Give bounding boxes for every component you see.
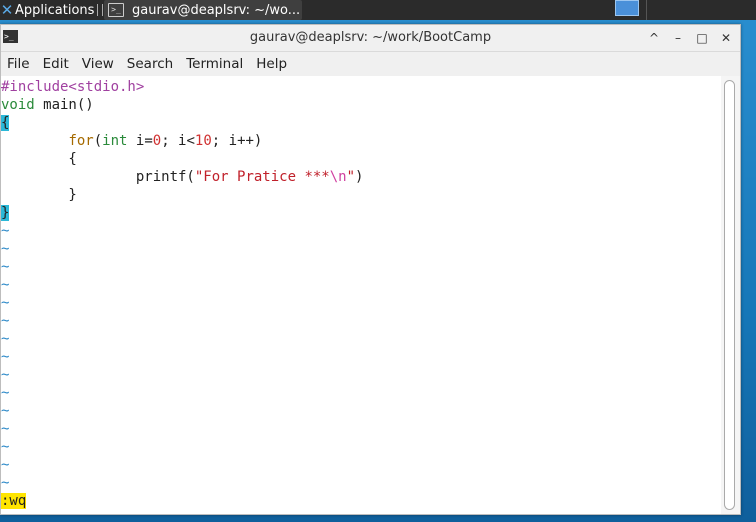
window-titlebar[interactable]: >_ gaurav@deaplsrv: ~/work/BootCamp ^ – … — [1, 25, 740, 52]
code-line: printf("For Pratice ***\n") — [1, 169, 364, 185]
scrollbar-thumb[interactable] — [724, 80, 735, 510]
scrollbar[interactable] — [721, 76, 740, 514]
applications-label: Applications — [15, 2, 95, 18]
empty-line-tilde: ~ — [1, 241, 10, 257]
taskbar-button-terminal[interactable]: >_ gaurav@deaplsrv: ~/wo... — [104, 0, 302, 20]
code-line: } — [1, 187, 77, 203]
panel-divider — [646, 0, 647, 20]
empty-line-tilde: ~ — [1, 367, 10, 383]
empty-line-tilde: ~ — [1, 385, 10, 401]
workspace-switcher[interactable] — [615, 0, 639, 16]
terminal-icon: >_ — [108, 3, 124, 17]
code-line: #include<stdio.h> — [1, 79, 145, 95]
menu-file[interactable]: File — [1, 56, 36, 72]
shade-button[interactable]: ^ — [646, 29, 662, 47]
panel-separator — [97, 4, 103, 16]
empty-line-tilde: ~ — [1, 403, 10, 419]
menu-search[interactable]: Search — [121, 56, 179, 72]
xfce-icon: ✕ — [0, 1, 14, 19]
code-line: { — [1, 114, 10, 132]
empty-line-tilde: ~ — [1, 457, 10, 473]
matched-brace: } — [1, 205, 10, 221]
applications-menu[interactable]: ✕ Applications — [0, 0, 95, 20]
menu-edit[interactable]: Edit — [37, 56, 75, 72]
terminal-content[interactable]: #include<stdio.h> void main() { for(int … — [1, 76, 721, 514]
empty-line-tilde: ~ — [1, 295, 10, 311]
empty-line-tilde: ~ — [1, 439, 10, 455]
window-title: gaurav@deaplsrv: ~/work/BootCamp — [249, 30, 492, 45]
menu-terminal[interactable]: Terminal — [180, 56, 249, 72]
code-line: for(int i=0; i<10; i++) — [68, 133, 263, 149]
menu-bar: File Edit View Search Terminal Help — [1, 52, 740, 76]
matched-brace: { — [1, 115, 10, 131]
close-button[interactable]: ✕ — [718, 29, 734, 47]
terminal-window: >_ gaurav@deaplsrv: ~/work/BootCamp ^ – … — [0, 24, 741, 515]
code-line: { — [1, 151, 77, 167]
empty-line-tilde: ~ — [1, 223, 10, 239]
code-line: } — [1, 204, 10, 222]
top-panel: ✕ Applications >_ gaurav@deaplsrv: ~/wo.… — [0, 0, 756, 20]
empty-line-tilde: ~ — [1, 475, 10, 491]
empty-line-tilde: ~ — [1, 259, 10, 275]
empty-line-tilde: ~ — [1, 421, 10, 437]
empty-line-tilde: ~ — [1, 277, 10, 293]
vim-command: :wq — [1, 493, 27, 509]
empty-line-tilde: ~ — [1, 349, 10, 365]
minimize-button[interactable]: – — [670, 29, 686, 47]
menu-help[interactable]: Help — [250, 56, 293, 72]
empty-line-tilde: ~ — [1, 331, 10, 347]
empty-line-tilde: ~ — [1, 313, 10, 329]
code-line: void main() — [1, 97, 94, 113]
menu-view[interactable]: View — [76, 56, 120, 72]
command-line[interactable]: :wq — [1, 492, 27, 510]
maximize-button[interactable]: □ — [694, 29, 710, 47]
taskbar-label: gaurav@deaplsrv: ~/wo... — [132, 2, 301, 18]
